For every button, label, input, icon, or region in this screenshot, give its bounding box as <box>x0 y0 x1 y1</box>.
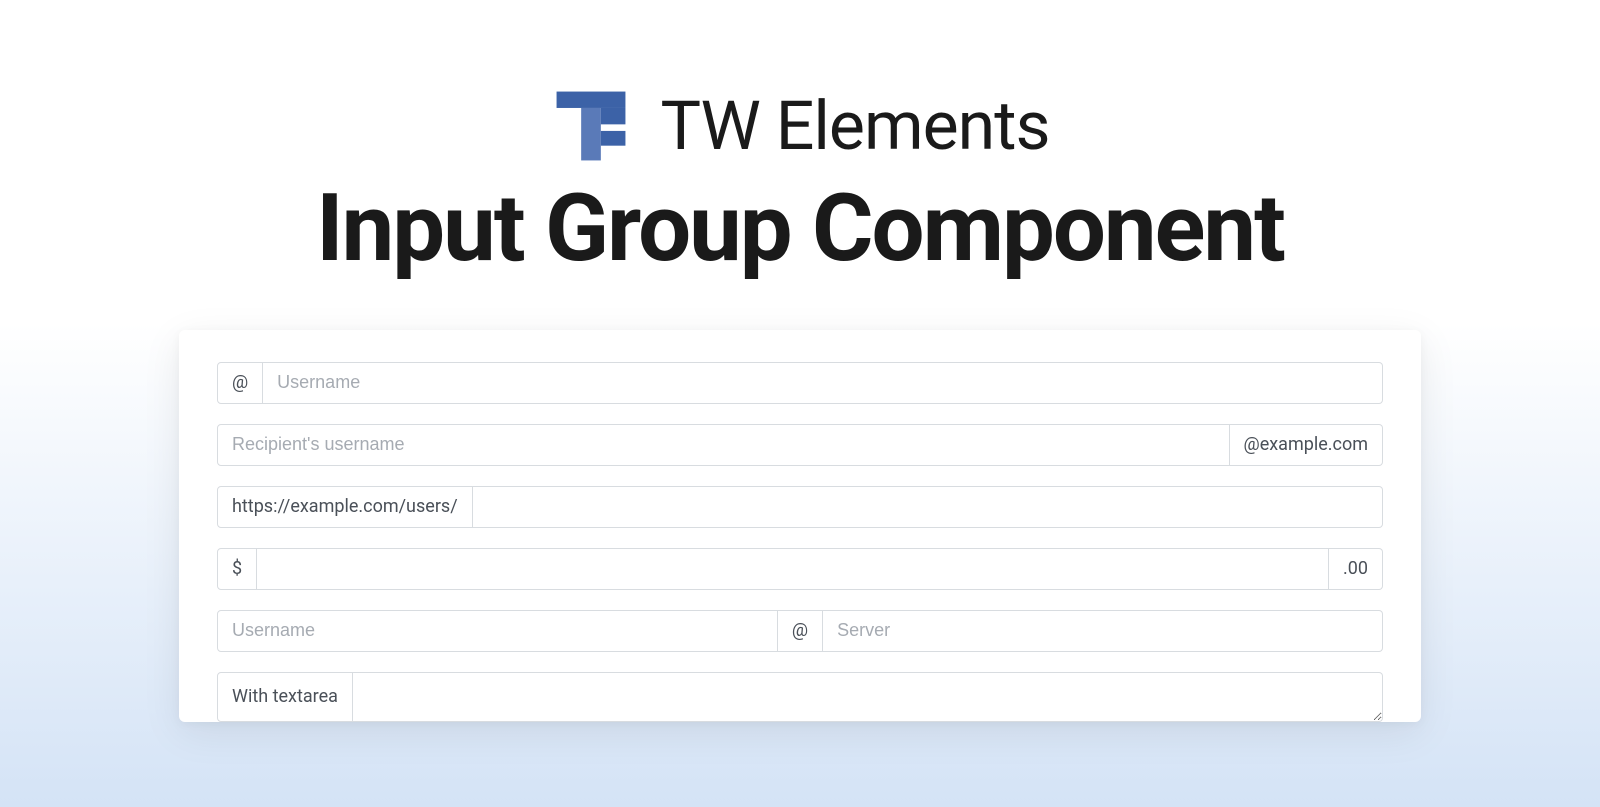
input-group-currency: $ .00 <box>217 548 1383 590</box>
username-left-input[interactable] <box>217 610 778 652</box>
cents-suffix-addon: .00 <box>1329 548 1383 590</box>
username-input[interactable] <box>263 362 1383 404</box>
textarea-label-addon: With textarea <box>217 672 353 722</box>
input-group-url-prefix: https://example.com/users/ <box>217 486 1383 528</box>
dollar-prefix-addon: $ <box>217 548 257 590</box>
recipient-username-input[interactable] <box>217 424 1230 466</box>
url-prefix-addon: https://example.com/users/ <box>217 486 473 528</box>
tw-elements-logo-icon <box>550 85 632 167</box>
server-input[interactable] <box>823 610 1383 652</box>
brand-row: TW Elements <box>550 85 1049 167</box>
page-title: Input Group Component <box>316 179 1284 278</box>
amount-input[interactable] <box>257 548 1329 590</box>
textarea-input[interactable] <box>353 672 1383 722</box>
input-group-username-prefix: @ <box>217 362 1383 404</box>
at-middle-addon: @ <box>778 610 823 652</box>
domain-suffix-addon: @example.com <box>1230 424 1383 466</box>
input-group-user-server: @ <box>217 610 1383 652</box>
demo-card: @ @example.com https://example.com/users… <box>179 330 1421 722</box>
input-group-textarea: With textarea <box>217 672 1383 722</box>
brand-name: TW Elements <box>660 86 1049 166</box>
at-prefix-addon: @ <box>217 362 263 404</box>
url-path-input[interactable] <box>473 486 1383 528</box>
header: TW Elements Input Group Component <box>0 0 1600 278</box>
input-group-recipient-suffix: @example.com <box>217 424 1383 466</box>
